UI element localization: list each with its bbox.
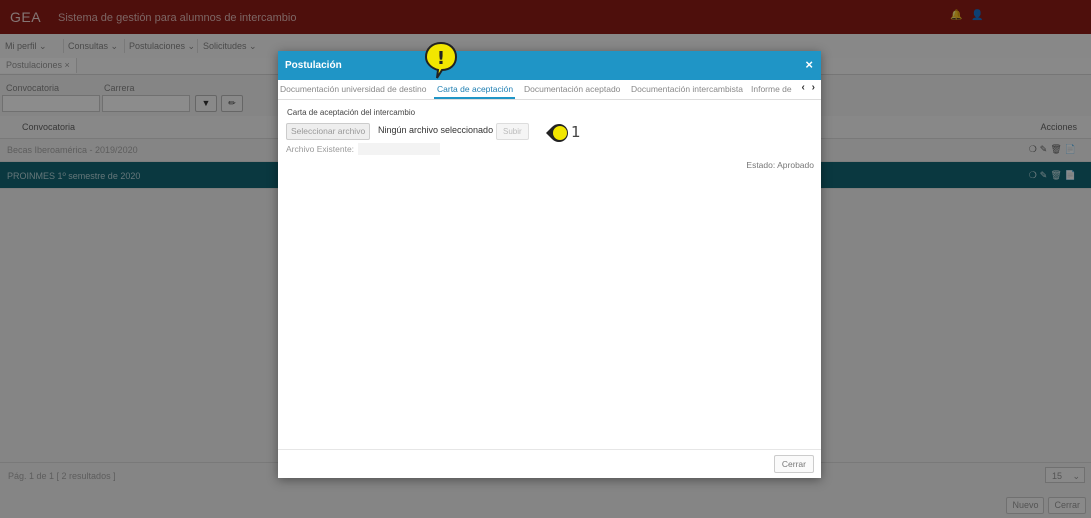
tab-informe[interactable]: Informe de <box>751 84 792 94</box>
tab-documentacion-aceptado[interactable]: Documentación aceptado <box>524 84 620 94</box>
status-text: Estado: Aprobado <box>746 160 814 170</box>
dialog-tabs: Documentación universidad de destino Car… <box>278 80 821 100</box>
select-file-button[interactable]: Seleccionar archivo <box>286 123 371 140</box>
callout-number: 1 <box>571 123 581 141</box>
tab-carta-aceptacion[interactable]: Carta de aceptación <box>437 84 513 94</box>
warning-symbol: ! <box>437 48 445 69</box>
section-label: Carta de aceptación del intercambio <box>287 108 416 117</box>
active-tab-indicator <box>434 97 515 99</box>
close-button[interactable]: Cerrar <box>773 455 814 473</box>
close-icon[interactable]: × <box>805 57 813 72</box>
tab-documentacion-intercambista[interactable]: Documentación intercambista <box>631 84 743 94</box>
tab-documentacion-universidad-destino[interactable]: Documentación universidad de destino <box>280 84 426 94</box>
dialog-header: Postulación × <box>278 51 821 80</box>
file-status-text: Ningún archivo seleccionado <box>378 125 494 135</box>
dialog-footer: Cerrar <box>278 449 821 479</box>
tab-scroll-arrows[interactable]: ‹ › <box>799 82 817 93</box>
warning-marker-icon: ! <box>424 41 458 79</box>
postulacion-dialog: Postulación × Documentación universidad … <box>278 51 821 478</box>
upload-button[interactable]: Subir <box>496 123 529 140</box>
existing-file-label: Archivo Existente: <box>286 144 355 154</box>
dialog-title: Postulación <box>285 60 342 71</box>
existing-file-value[interactable] <box>358 143 440 155</box>
